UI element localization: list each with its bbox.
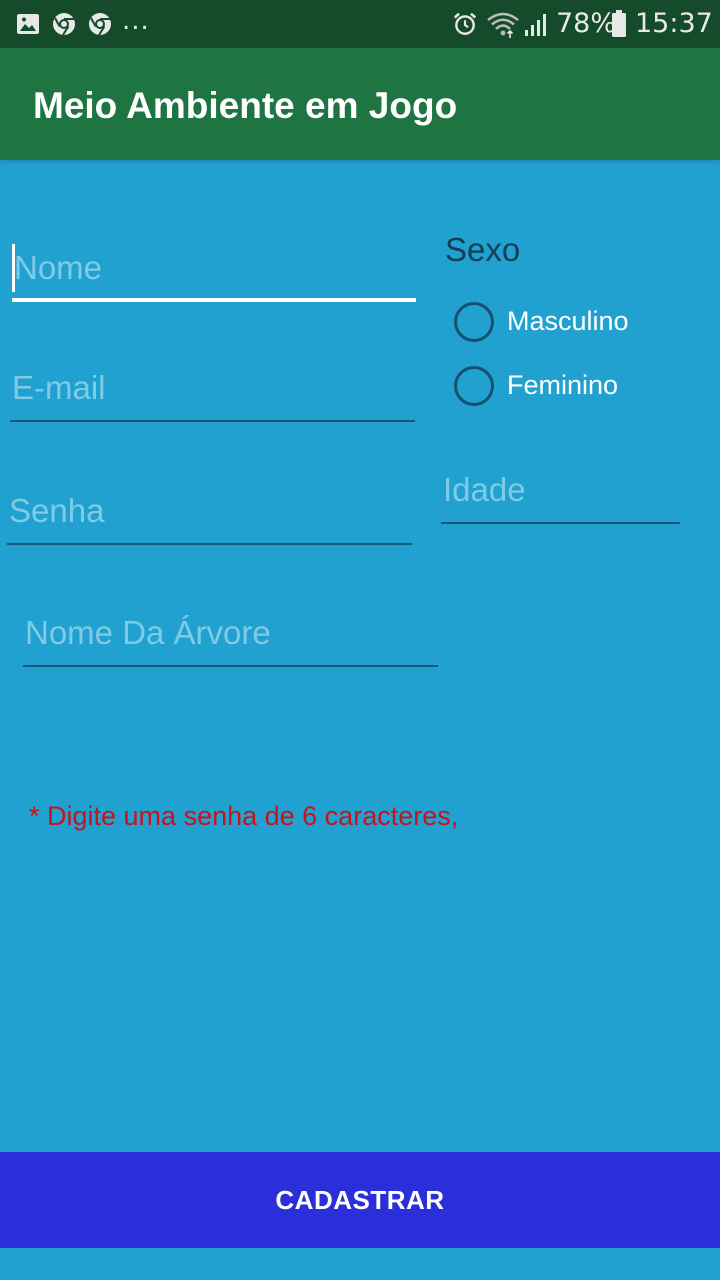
name-field[interactable]: Nome <box>12 240 416 302</box>
password-placeholder: Senha <box>9 492 105 529</box>
notification-overflow: ... <box>122 6 150 36</box>
chrome-icon <box>89 13 111 36</box>
password-field[interactable]: Senha <box>7 483 412 545</box>
register-button[interactable]: CADASTRAR <box>0 1152 720 1248</box>
name-placeholder: Nome <box>14 249 103 286</box>
age-placeholder: Idade <box>443 471 526 508</box>
radio-circle-icon[interactable] <box>454 366 494 406</box>
battery-icon <box>612 10 626 37</box>
password-warning: * Digite uma senha de 6 caracteres, <box>29 801 459 831</box>
image-icon <box>17 14 39 34</box>
tree-name-underline <box>23 665 438 667</box>
gender-label: Sexo <box>445 231 521 268</box>
password-underline <box>7 543 412 545</box>
tree-name-field[interactable]: Nome Da Árvore <box>23 605 438 667</box>
app-bar: Meio Ambiente em Jogo <box>0 48 720 160</box>
email-field[interactable]: E-mail <box>10 360 415 422</box>
signal-icon <box>525 14 546 36</box>
screen: ... 78% 15:37 Meio Ambiente em Jogo Nome… <box>0 0 720 1280</box>
radio-circle-icon[interactable] <box>454 302 494 342</box>
email-placeholder: E-mail <box>12 369 106 406</box>
email-underline <box>10 420 415 422</box>
age-underline <box>441 522 680 524</box>
name-underline <box>12 298 416 302</box>
radio-masculino-label: Masculino <box>507 306 629 336</box>
chrome-icon <box>53 13 75 36</box>
clock: 15:37 <box>635 8 713 39</box>
app-title: Meio Ambiente em Jogo <box>33 85 458 126</box>
tree-name-placeholder: Nome Da Árvore <box>25 614 271 651</box>
alarm-icon <box>453 12 477 35</box>
radio-masculino[interactable]: Masculino <box>454 301 694 343</box>
radio-feminino-label: Feminino <box>507 370 619 400</box>
age-field[interactable]: Idade <box>441 462 680 524</box>
wifi-icon <box>487 12 519 38</box>
radio-feminino[interactable]: Feminino <box>454 365 694 407</box>
status-bar: ... 78% 15:37 <box>0 0 720 48</box>
battery-percentage: 78% <box>556 8 617 39</box>
